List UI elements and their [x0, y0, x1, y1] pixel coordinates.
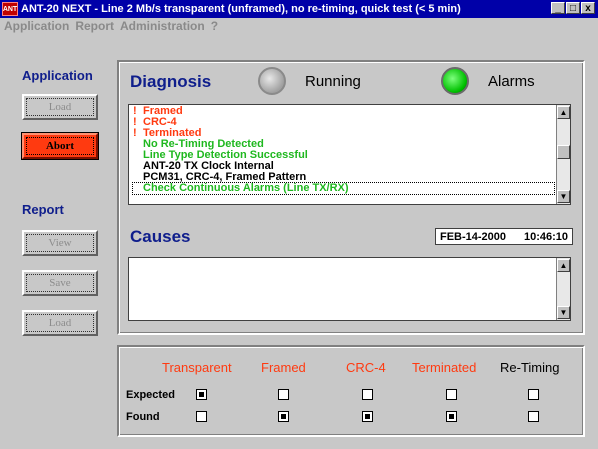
expected-row-label: Expected: [126, 389, 175, 401]
load-button[interactable]: Load: [22, 94, 98, 120]
scroll-thumb[interactable]: [557, 145, 570, 159]
application-heading: Application: [22, 68, 93, 83]
column-header: Re-Timing: [500, 360, 560, 375]
column-header: CRC-4: [346, 360, 386, 375]
save-button[interactable]: Save: [22, 270, 98, 296]
time-value: 10:46:10: [523, 230, 568, 243]
view-button[interactable]: View: [22, 230, 98, 256]
causes-title: Causes: [130, 227, 191, 246]
found-checkbox: [528, 411, 539, 422]
close-button[interactable]: x: [581, 2, 595, 14]
alert-mark-icon: [133, 183, 143, 194]
diagnosis-message-list[interactable]: ! Framed! CRC-4! Terminated No Re-Timing Det…: [128, 104, 571, 205]
report-heading: Report: [22, 202, 64, 217]
diagnosis-scrollbar[interactable]: ▲ ▼: [556, 105, 570, 204]
column-header: Framed: [261, 360, 306, 375]
menu-help[interactable]: ?: [211, 19, 218, 33]
causes-list[interactable]: ▲ ▼: [128, 257, 571, 321]
column-header: Terminated: [412, 360, 477, 375]
scroll-up-arrow-icon[interactable]: ▲: [557, 259, 570, 272]
found-row-label: Found: [126, 411, 160, 423]
menu-application[interactable]: Application: [4, 19, 69, 33]
menu-bar: Application Report Administration ?: [0, 18, 598, 34]
alert-mark-icon: !: [133, 127, 137, 139]
found-checkbox: [362, 411, 373, 422]
diagnosis-title: Diagnosis: [130, 72, 212, 91]
expected-checkbox: [362, 389, 373, 400]
alert-mark-icon: [133, 150, 143, 161]
expected-checkbox: [446, 389, 457, 400]
found-checkbox: [278, 411, 289, 422]
found-checkbox: [196, 411, 207, 422]
message-list-items: ! Framed! CRC-4! Terminated No Re-Timing Det…: [132, 106, 555, 195]
report-load-button[interactable]: Load: [22, 310, 98, 336]
scroll-down-arrow-icon[interactable]: ▼: [557, 190, 570, 203]
abort-button[interactable]: Abort: [22, 133, 98, 159]
diagnosis-message[interactable]: ! Framed: [133, 106, 554, 117]
maximize-button[interactable]: □: [566, 2, 580, 14]
minimize-button[interactable]: _: [551, 2, 565, 14]
expected-checkbox: [196, 389, 207, 400]
results-panel: [117, 345, 585, 437]
menu-report[interactable]: Report: [75, 19, 114, 33]
date-value: FEB-14-2000: [440, 230, 507, 243]
found-checkbox: [446, 411, 457, 422]
menu-administration[interactable]: Administration: [120, 19, 205, 33]
alert-mark-icon: [133, 172, 143, 183]
expected-checkbox: [528, 389, 539, 400]
scroll-up-arrow-icon[interactable]: ▲: [557, 106, 570, 119]
causes-scrollbar[interactable]: ▲ ▼: [556, 258, 570, 320]
title-bar: ANT ANT-20 NEXT - Line 2 Mb/s transparen…: [0, 0, 598, 18]
running-indicator: [258, 67, 286, 95]
window-controls: _ □ x: [551, 2, 595, 14]
alarms-label: Alarms: [488, 73, 535, 90]
alert-mark-icon: [133, 139, 143, 150]
diagnosis-message-text: Check Continuous Alarms (Line TX/RX): [143, 182, 349, 194]
scroll-down-arrow-icon[interactable]: ▼: [557, 306, 570, 319]
app-icon: ANT: [2, 2, 18, 16]
expected-checkbox: [278, 389, 289, 400]
timestamp-field: FEB-14-2000 10:46:10: [435, 228, 573, 245]
window-title: ANT-20 NEXT - Line 2 Mb/s transparent (u…: [21, 3, 461, 15]
running-label: Running: [305, 73, 361, 90]
diagnosis-message[interactable]: Check Continuous Alarms (Line TX/RX): [132, 182, 555, 195]
alert-mark-icon: [133, 161, 143, 172]
alarms-indicator: [441, 67, 469, 95]
column-header: Transparent: [162, 360, 232, 375]
